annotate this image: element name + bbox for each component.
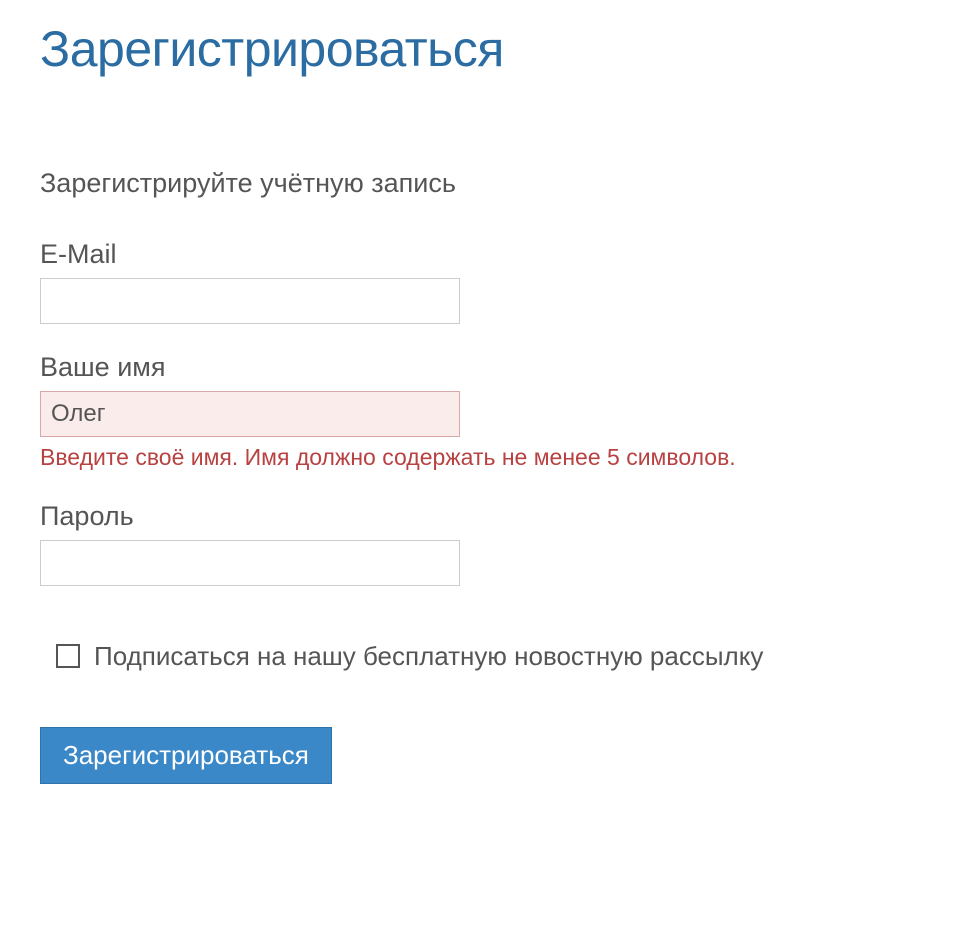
submit-button[interactable]: Зарегистрироваться: [40, 727, 332, 784]
email-input[interactable]: [40, 278, 460, 324]
newsletter-row: Подписаться на нашу бесплатную новостную…: [40, 641, 920, 672]
name-label: Ваше имя: [40, 352, 920, 383]
email-field-group: E-Mail: [40, 239, 920, 324]
page-subtitle: Зарегистрируйте учётную запись: [40, 168, 920, 199]
newsletter-label[interactable]: Подписаться на нашу бесплатную новостную…: [94, 641, 763, 672]
password-input[interactable]: [40, 540, 460, 586]
name-input[interactable]: [40, 391, 460, 437]
password-field-group: Пароль: [40, 501, 920, 586]
email-label: E-Mail: [40, 239, 920, 270]
name-error-message: Введите своё имя. Имя должно содержать н…: [40, 443, 920, 473]
newsletter-checkbox[interactable]: [56, 644, 80, 668]
name-field-group: Ваше имя Введите своё имя. Имя должно со…: [40, 352, 920, 473]
page-title: Зарегистрироваться: [40, 20, 920, 78]
password-label: Пароль: [40, 501, 920, 532]
